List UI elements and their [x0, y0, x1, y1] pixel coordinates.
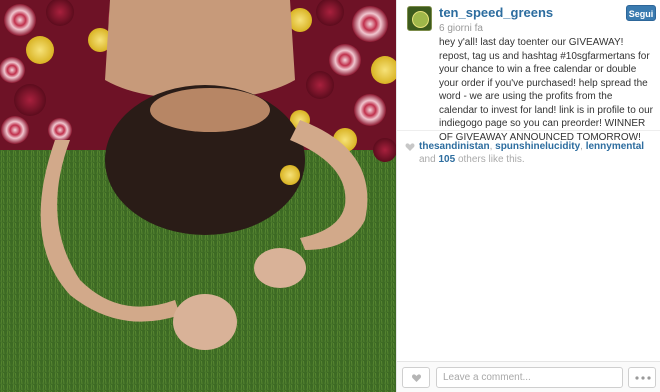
username-link[interactable]: ten_speed_greens [439, 5, 553, 21]
heart-icon [405, 143, 415, 151]
avatar[interactable] [407, 6, 432, 31]
likes-count[interactable]: 105 [438, 154, 455, 165]
ten-speed-greens-logo-icon [412, 11, 429, 28]
post-header: ten_speed_greens 6 giorni fa Segui hey y… [397, 0, 660, 143]
liker-link[interactable]: thesandinistan [419, 141, 490, 152]
divider [397, 130, 660, 131]
like-button[interactable] [402, 367, 430, 388]
liker-link[interactable]: spunshinelucidity [495, 141, 580, 152]
comment-input[interactable] [436, 367, 623, 388]
post-caption: hey y'all! last day toenter our GIVEAWAY… [439, 37, 653, 143]
heart-icon [412, 374, 421, 382]
post-timestamp: 6 giorni fa [439, 23, 483, 34]
follow-button[interactable]: Segui [626, 5, 656, 21]
likes-suffix: others like this. [457, 154, 525, 165]
likes-and-text: and [419, 154, 436, 165]
post-photo[interactable] [0, 0, 396, 392]
photo-artwork [0, 0, 396, 392]
likes-text: thesandinistan, spunshinelucidity, lenny… [419, 141, 645, 165]
post-details-panel: ten_speed_greens 6 giorni fa Segui hey y… [396, 0, 660, 392]
liker-link[interactable]: lennymental [586, 141, 644, 152]
more-options-button[interactable] [628, 367, 656, 388]
ellipsis-icon [635, 376, 651, 380]
comment-bar [397, 361, 660, 392]
